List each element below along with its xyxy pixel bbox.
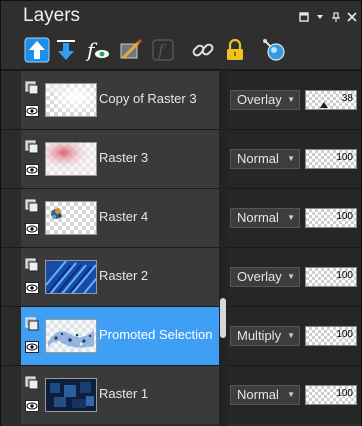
palette-title: Layers	[23, 5, 81, 26]
disabled-tool-icon: f	[150, 37, 176, 63]
blend-mode-value: Normal	[237, 387, 279, 402]
layer-type-icon[interactable]	[25, 199, 39, 213]
layer-row-header[interactable]: Copy of Raster 3	[21, 71, 219, 129]
restore-icon[interactable]	[299, 12, 309, 22]
opacity-slider[interactable]: 100	[305, 267, 357, 287]
visibility-eye-icon[interactable]	[25, 105, 39, 117]
move-layer-up-icon[interactable]	[24, 37, 50, 63]
splitter-handle[interactable]	[220, 298, 226, 338]
opacity-value: 38	[341, 93, 353, 104]
layer-type-icon[interactable]	[25, 81, 39, 95]
visibility-eye-icon[interactable]	[25, 164, 39, 176]
menu-dropdown-icon[interactable]	[315, 12, 325, 22]
blend-mode-select[interactable]: Normal ▼	[230, 149, 300, 169]
opacity-value: 100	[336, 270, 353, 281]
layer-thumbnail	[45, 83, 97, 117]
layer-thumbnail	[45, 378, 97, 412]
layer-thumbnail	[45, 260, 97, 294]
link-layers-icon[interactable]	[190, 37, 216, 63]
layers-toolbar: f f	[1, 31, 361, 70]
visibility-eye-icon[interactable]	[25, 400, 39, 412]
opacity-pointer-icon[interactable]	[320, 102, 328, 108]
blend-mode-select[interactable]: Overlay ▼	[230, 90, 300, 110]
layer-row-header[interactable]: Raster 3	[21, 130, 219, 188]
layer-name[interactable]: Copy of Raster 3	[99, 91, 197, 106]
svg-text:f: f	[157, 41, 167, 60]
blend-mode-value: Overlay	[237, 269, 282, 284]
edit-mask-icon[interactable]	[118, 37, 144, 63]
layer-row-raster-4[interactable]: Raster 4 Normal ▼ 100	[1, 188, 361, 247]
opacity-slider[interactable]: 100	[305, 149, 357, 169]
chevron-down-icon: ▼	[287, 331, 295, 340]
layer-name[interactable]: Raster 3	[99, 150, 148, 165]
layer-row-header[interactable]: Promoted Selection	[21, 307, 219, 365]
layer-row-promoted-selection[interactable]: Promoted Selection Multiply ▼ 100	[1, 306, 361, 365]
layer-name[interactable]: Promoted Selection	[99, 327, 212, 342]
layer-type-icon[interactable]	[25, 258, 39, 272]
chevron-down-icon: ▼	[287, 95, 295, 104]
layer-type-icon[interactable]	[25, 140, 39, 154]
layer-properties-icon[interactable]	[261, 37, 287, 63]
chevron-down-icon: ▼	[287, 390, 295, 399]
layer-row-copy-of-raster-3[interactable]: Copy of Raster 3 Overlay ▼ 38	[1, 70, 361, 129]
opacity-slider[interactable]: 100	[305, 385, 357, 405]
layer-type-icon[interactable]	[25, 317, 39, 331]
chevron-down-icon: ▼	[287, 213, 295, 222]
layer-list: Copy of Raster 3 Overlay ▼ 38 Raster 3 N…	[1, 70, 361, 426]
layer-row-raster-3[interactable]: Raster 3 Normal ▼ 100	[1, 129, 361, 188]
visibility-toggle-icon[interactable]: f	[85, 37, 111, 63]
opacity-value: 100	[336, 152, 353, 163]
blend-mode-select[interactable]: Normal ▼	[230, 208, 300, 228]
visibility-eye-icon[interactable]	[25, 223, 39, 235]
layer-row-raster-1[interactable]: Raster 1 Normal ▼ 100	[1, 365, 361, 424]
opacity-slider[interactable]: 100	[305, 326, 357, 346]
lock-transparency-icon[interactable]	[222, 37, 248, 63]
blend-mode-value: Normal	[237, 210, 279, 225]
opacity-slider[interactable]: 100	[305, 208, 357, 228]
blend-mode-select[interactable]: Multiply ▼	[230, 326, 300, 346]
pin-icon[interactable]	[331, 12, 341, 22]
move-layer-down-icon[interactable]	[53, 37, 79, 63]
layer-row-header[interactable]: Raster 4	[21, 189, 219, 247]
layer-name[interactable]: Raster 1	[99, 386, 148, 401]
blend-mode-value: Multiply	[237, 328, 282, 343]
palette-titlebar[interactable]: Layers	[1, 1, 361, 31]
blend-mode-select[interactable]: Normal ▼	[230, 385, 300, 405]
layer-name[interactable]: Raster 2	[99, 268, 148, 283]
layer-row-header[interactable]: Raster 2	[21, 248, 219, 306]
layer-row-header[interactable]: Raster 1	[21, 366, 219, 424]
layer-thumbnail	[45, 142, 97, 176]
layers-palette: Layers f f Copy of Raster 3 Overlay ▼ 38…	[0, 0, 362, 426]
visibility-eye-icon[interactable]	[25, 341, 39, 353]
blend-mode-value: Overlay	[237, 92, 282, 107]
blend-mode-select[interactable]: Overlay ▼	[230, 267, 300, 287]
chevron-down-icon: ▼	[287, 154, 295, 163]
layer-thumbnail	[45, 319, 97, 353]
layer-type-icon[interactable]	[25, 376, 39, 390]
blend-mode-value: Normal	[237, 151, 279, 166]
svg-text:f: f	[85, 38, 98, 62]
layer-name[interactable]: Raster 4	[99, 209, 148, 224]
opacity-slider[interactable]: 38	[305, 90, 357, 110]
close-icon[interactable]	[347, 12, 357, 22]
opacity-value: 100	[336, 388, 353, 399]
opacity-value: 100	[336, 329, 353, 340]
visibility-eye-icon[interactable]	[25, 282, 39, 294]
layer-thumbnail	[45, 201, 97, 235]
layer-row-raster-2[interactable]: Raster 2 Overlay ▼ 100	[1, 247, 361, 306]
column-splitter[interactable]	[219, 70, 227, 426]
opacity-value: 100	[336, 211, 353, 222]
chevron-down-icon: ▼	[287, 272, 295, 281]
